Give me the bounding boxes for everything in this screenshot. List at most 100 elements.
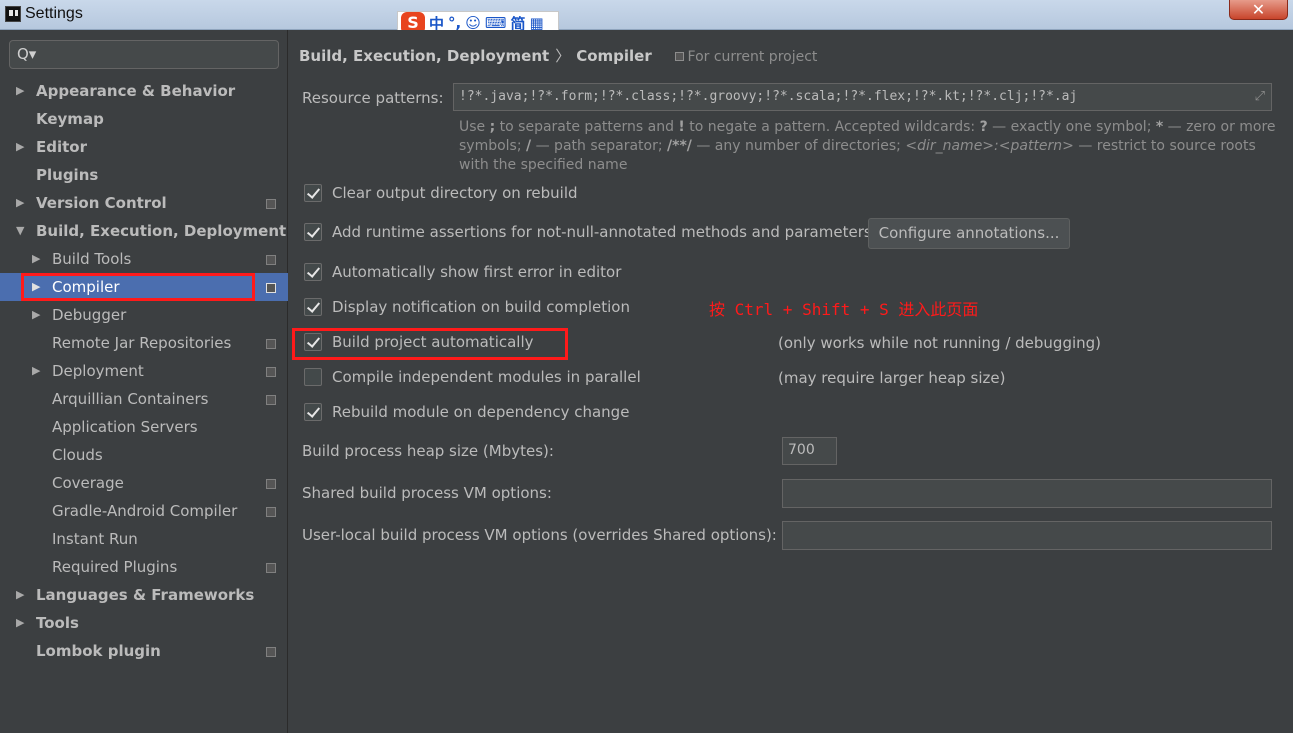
project-scope-icon [266,395,276,405]
sidebar-item-gradle-android-compiler[interactable]: Gradle-Android Compiler [0,497,288,525]
heap-size-label: Build process heap size (Mbytes): [302,442,554,460]
option-label: Clear output directory on rebuild [332,184,578,202]
clear-output-checkbox[interactable] [304,184,322,202]
sidebar-item-required-plugins[interactable]: Required Plugins [0,553,288,581]
option-runtime-assertions[interactable]: Add runtime assertions for not-null-anno… [304,223,872,241]
user-vm-options-label: User-local build process VM options (ove… [302,526,777,544]
hint-text: to separate patterns and [495,119,679,135]
sidebar-item-tools[interactable]: ▶ Tools [0,609,288,637]
option-build-notification[interactable]: Display notification on build completion [304,298,630,316]
project-scope-icon [266,507,276,517]
resource-patterns-label: Resource patterns: [302,89,444,107]
project-scope-icon [266,283,276,293]
runtime-assertions-checkbox[interactable] [304,223,322,241]
sidebar-item-label: Editor [36,138,87,156]
hint-token: <dir_name>:<pattern> [905,138,1074,154]
breadcrumb: Build, Execution, Deployment 〉 Compiler Fo… [299,45,817,66]
project-scope-icon [266,479,276,489]
sidebar-item-editor[interactable]: ▶ Editor [0,133,288,161]
sidebar-item-label: Coverage [52,474,124,492]
option-label: Compile independent modules in parallel [332,368,641,386]
option-label: Add runtime assertions for not-null-anno… [332,223,872,241]
expand-arrow-icon[interactable]: ▶ [16,133,24,161]
intellij-app-icon [5,6,21,22]
sidebar-item-deployment[interactable]: ▶ Deployment [0,357,288,385]
build-automatically-note: (only works while not running / debuggin… [778,334,1102,352]
breadcrumb-parent[interactable]: Build, Execution, Deployment [299,47,549,65]
sidebar-item-plugins[interactable]: Plugins [0,161,288,189]
expand-arrow-icon[interactable]: ▶ [16,609,24,637]
project-scope-icon [266,199,276,209]
sidebar-item-label: Appearance & Behavior [36,82,236,100]
heap-size-input[interactable]: 700 [782,437,837,465]
option-label: Automatically show first error in editor [332,263,622,281]
show-first-error-checkbox[interactable] [304,263,322,281]
option-rebuild-on-dependency[interactable]: Rebuild module on dependency change [304,403,629,421]
parallel-compile-checkbox[interactable] [304,368,322,386]
resource-patterns-input[interactable]: !?*.java;!?*.form;!?*.class;!?*.groovy;!… [453,83,1272,111]
hint-token: /**/ [667,138,692,154]
sidebar-item-coverage[interactable]: Coverage [0,469,288,497]
hint-text: — path separator; [531,138,668,154]
sidebar-item-version-control[interactable]: ▶ Version Control [0,189,288,217]
build-automatically-checkbox[interactable] [304,333,322,351]
sidebar-item-build-execution-deployment[interactable]: ▼ Build, Execution, Deployment [0,217,288,245]
option-build-automatically[interactable]: Build project automatically [304,333,534,351]
expand-arrow-icon[interactable]: ▶ [16,581,24,609]
compiler-settings-panel: Build, Execution, Deployment 〉 Compiler Fo… [289,30,1293,733]
breadcrumb-current: Compiler [576,47,652,65]
sidebar-item-debugger[interactable]: ▶ Debugger [0,301,288,329]
shortcut-annotation: 按 Ctrl + Shift + S 进入此页面 [709,300,979,319]
option-show-first-error[interactable]: Automatically show first error in editor [304,263,621,281]
resource-patterns-hint: Use ; to separate patterns and ! to nega… [459,118,1279,175]
sidebar-item-appearance-behavior[interactable]: ▶ Appearance & Behavior [0,77,288,105]
sidebar-item-label: Debugger [52,306,127,324]
expand-arrow-icon[interactable]: ▶ [32,301,40,329]
sidebar-item-compiler[interactable]: ▶ Compiler [0,273,288,301]
expand-arrow-icon[interactable]: ▶ [16,77,24,105]
scope-label: For current project [674,49,817,65]
title-bar: Settings ✕ [0,0,1293,30]
project-scope-icon [266,647,276,657]
option-clear-output[interactable]: Clear output directory on rebuild [304,184,578,202]
resource-patterns-value: !?*.java;!?*.form;!?*.class;!?*.groovy;!… [459,89,1078,104]
sidebar-item-label: Compiler [52,278,120,296]
sidebar-item-lombok-plugin[interactable]: Lombok plugin [0,637,288,665]
settings-sidebar: Q▾ ▶ Appearance & Behavior Keymap ▶ Edit… [0,30,288,733]
expand-arrow-icon[interactable]: ▶ [16,189,24,217]
sidebar-item-label: Languages & Frameworks [36,586,255,604]
shared-vm-options-input[interactable] [782,479,1272,508]
expand-arrow-icon[interactable]: ▶ [32,245,40,273]
hint-text: — any number of directories; [691,138,906,154]
expand-arrow-icon[interactable]: ▶ [32,273,40,301]
parallel-compile-note: (may require larger heap size) [778,369,1006,387]
sidebar-item-clouds[interactable]: Clouds [0,441,288,469]
breadcrumb-separator-icon: 〉 [555,47,571,65]
sidebar-item-languages-frameworks[interactable]: ▶ Languages & Frameworks [0,581,288,609]
option-label: Build project automatically [332,333,534,351]
user-vm-options-input[interactable] [782,521,1272,550]
sidebar-item-label: Remote Jar Repositories [52,334,232,352]
sidebar-item-label: Required Plugins [52,558,178,576]
sidebar-item-keymap[interactable]: Keymap [0,105,288,133]
sidebar-item-label: Build, Execution, Deployment [36,222,287,240]
sidebar-item-label: Build Tools [52,250,132,268]
option-parallel-compile[interactable]: Compile independent modules in parallel [304,368,641,386]
project-scope-icon [266,339,276,349]
build-notification-checkbox[interactable] [304,298,322,316]
configure-annotations-button[interactable]: Configure annotations... [868,218,1070,249]
settings-search-input[interactable]: Q▾ [9,40,279,69]
sidebar-item-build-tools[interactable]: ▶ Build Tools [0,245,288,273]
rebuild-on-dependency-checkbox[interactable] [304,403,322,421]
close-button[interactable]: ✕ [1229,0,1288,20]
project-scope-icon [266,563,276,573]
sidebar-item-instant-run[interactable]: Instant Run [0,525,288,553]
sidebar-item-arquillian-containers[interactable]: Arquillian Containers [0,385,288,413]
sidebar-item-application-servers[interactable]: Application Servers [0,413,288,441]
expand-field-icon[interactable]: ⤢ [1255,84,1265,110]
sidebar-item-remote-jar-repositories[interactable]: Remote Jar Repositories [0,329,288,357]
sidebar-item-label: Instant Run [52,530,138,548]
collapse-arrow-icon[interactable]: ▼ [16,217,24,245]
project-scope-icon [266,367,276,377]
expand-arrow-icon[interactable]: ▶ [32,357,40,385]
